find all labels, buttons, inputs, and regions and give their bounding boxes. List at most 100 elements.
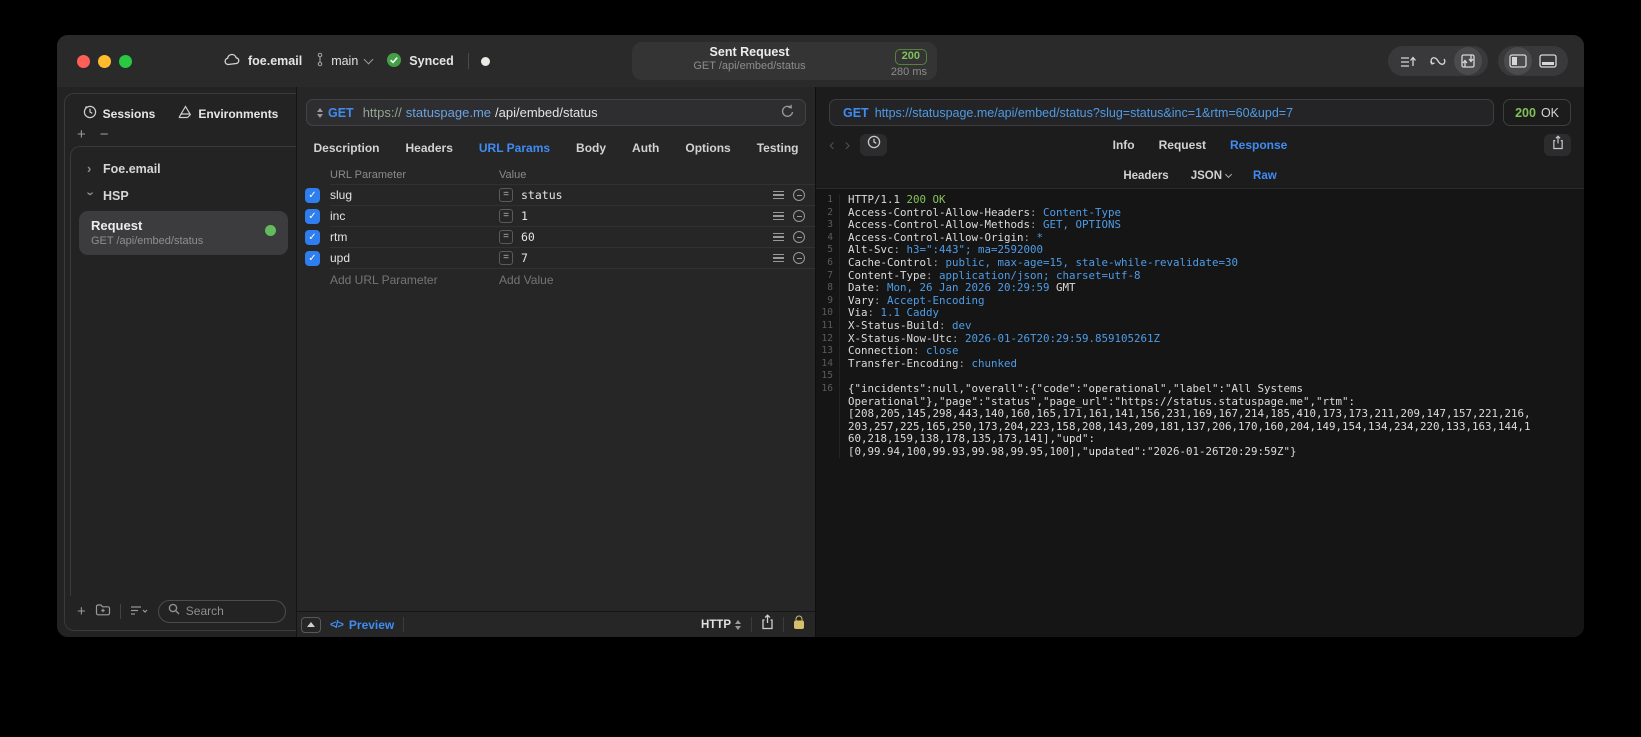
chevron-right-icon: › [87, 161, 92, 176]
protocol-label: HTTP [700, 618, 731, 631]
zoom-button[interactable] [119, 54, 132, 68]
import-export-button[interactable] [1454, 47, 1482, 75]
remove-param-icon[interactable] [793, 210, 805, 222]
response-line: 14 Transfer-Encoding: chunked [816, 357, 1584, 371]
tab-environments[interactable]: Environments [177, 105, 278, 122]
response-tabs: Info Request Response [816, 138, 1584, 152]
param-checkbox[interactable]: ✓ [305, 251, 320, 266]
minimize-button[interactable] [98, 54, 111, 68]
request-summary-center: Sent Request GET /api/embed/status [632, 45, 867, 72]
response-subtab-raw[interactable]: Raw [1253, 170, 1277, 182]
lock-icon[interactable] [793, 615, 805, 635]
branch-name: main [331, 54, 359, 68]
add-item-button[interactable]: + [77, 127, 86, 144]
param-name[interactable]: rtm [330, 230, 499, 244]
param-value[interactable]: 60 [521, 230, 535, 244]
tree-group-foe-email[interactable]: › Foe.email [71, 155, 296, 182]
close-button[interactable] [77, 54, 90, 68]
remove-item-button[interactable]: − [100, 127, 109, 144]
request-tab-testing[interactable]: Testing [757, 141, 799, 155]
param-name[interactable]: upd [330, 251, 499, 265]
equals-icon: = [499, 188, 513, 202]
line-number: 15 [816, 370, 840, 383]
params-col-value: Value [499, 168, 527, 181]
refresh-icon[interactable] [780, 104, 795, 122]
drag-handle-icon[interactable] [773, 190, 784, 200]
response-tab-request[interactable]: Request [1159, 138, 1206, 152]
sidebar-search[interactable] [157, 599, 286, 623]
layers-icon [177, 105, 192, 122]
param-value[interactable]: status [521, 188, 563, 202]
titlebar-actions [1388, 46, 1568, 76]
collapse-panel-button[interactable] [301, 616, 321, 633]
remove-param-icon[interactable] [793, 231, 805, 243]
response-header: GET https://statuspage.me/api/embed/stat… [816, 87, 1584, 126]
preview-label: Preview [348, 617, 395, 632]
param-value[interactable]: 1 [521, 209, 528, 223]
url-path: /api/embed/status [495, 105, 598, 120]
project-selector[interactable]: foe.email [224, 53, 302, 69]
tab-sessions[interactable]: Sessions [83, 105, 155, 122]
response-subtab-json[interactable]: JSON [1191, 170, 1233, 182]
request-queue-button[interactable] [1394, 47, 1422, 75]
request-list-item[interactable]: Request GET /api/embed/status [79, 211, 288, 255]
response-subtab-headers[interactable]: Headers [1123, 170, 1168, 182]
drag-handle-icon[interactable] [773, 253, 784, 263]
response-tab-response[interactable]: Response [1230, 138, 1287, 152]
code-brackets-icon: </> [330, 618, 344, 631]
share-icon [1552, 134, 1564, 155]
request-tab-body[interactable]: Body [576, 141, 606, 155]
param-checkbox[interactable]: ✓ [305, 209, 320, 224]
sync-status: Synced [386, 52, 454, 71]
line-number: 16 [816, 382, 840, 396]
branch-selector[interactable]: main [316, 52, 374, 70]
response-tab-info[interactable]: Info [1113, 138, 1135, 152]
search-input[interactable] [185, 604, 276, 618]
request-tab-url-params[interactable]: URL Params [479, 141, 550, 155]
response-nav-bar: ‹ › Info Request Response [816, 126, 1584, 163]
sidebar-toggle-button[interactable] [1504, 47, 1532, 75]
sort-filter-button[interactable] [130, 603, 149, 620]
param-checkbox[interactable]: ✓ [305, 230, 320, 245]
new-folder-button[interactable] [95, 603, 111, 620]
add-value-button[interactable]: Add Value [499, 273, 554, 287]
param-row-slug: ✓ slug = status [305, 185, 815, 206]
line-number: 3 [816, 219, 840, 232]
sync-loop-button[interactable] [1424, 47, 1452, 75]
protocol-stepper-icon [735, 619, 741, 630]
line-number: 12 [816, 332, 840, 346]
request-url-bar[interactable]: GET https://statuspage.me/api/embed/stat… [306, 99, 806, 126]
request-tab-auth[interactable]: Auth [632, 141, 659, 155]
chevron-down-icon: › [83, 191, 99, 196]
line-number [816, 445, 840, 459]
drag-handle-icon[interactable] [773, 211, 784, 221]
request-tab-options[interactable]: Options [685, 141, 730, 155]
export-button[interactable] [1544, 133, 1571, 156]
param-checkbox[interactable]: ✓ [305, 188, 320, 203]
tree-group-hsp[interactable]: › HSP [71, 182, 296, 209]
request-tabs: Description Headers URL Params Body Auth Opti… [297, 130, 815, 165]
new-request-button[interactable]: + [77, 603, 86, 620]
param-name[interactable]: inc [330, 209, 499, 223]
param-value[interactable]: 7 [521, 251, 528, 265]
request-tab-description[interactable]: Description [314, 141, 380, 155]
method-stepper-icon[interactable] [317, 107, 323, 118]
remove-param-icon[interactable] [793, 189, 805, 201]
add-url-parameter-button[interactable]: Add URL Parameter [330, 273, 499, 287]
response-method: GET [843, 105, 869, 120]
url-host: statuspage.me [405, 105, 492, 120]
bottom-panel-toggle-button[interactable] [1534, 47, 1562, 75]
response-url-pill[interactable]: GET https://statuspage.me/api/embed/stat… [829, 99, 1495, 126]
param-row-rtm: ✓ rtm = 60 [305, 227, 815, 248]
drag-handle-icon[interactable] [773, 232, 784, 242]
param-name[interactable]: slug [330, 188, 499, 202]
response-raw-view[interactable]: 1 HTTP/1.1 200 OK 2 Access-Control-Allow-He… [816, 188, 1584, 637]
preview-button[interactable]: </> Preview [330, 618, 394, 632]
remove-param-icon[interactable] [793, 252, 805, 264]
protocol-selector[interactable]: HTTP [701, 619, 742, 631]
request-summary-capsule[interactable]: Sent Request GET /api/embed/status 200 2… [632, 42, 937, 80]
params-add-row: Add URL Parameter Add Value [330, 269, 815, 290]
request-tab-headers[interactable]: Headers [406, 141, 453, 155]
share-icon[interactable] [761, 614, 774, 635]
unsaved-indicator-dot [480, 56, 490, 66]
